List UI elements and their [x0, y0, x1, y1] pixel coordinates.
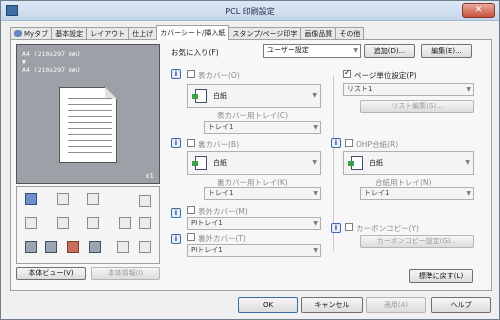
ok-button[interactable]: OK	[238, 297, 298, 313]
info-icon[interactable]: i	[171, 69, 181, 79]
carbon-copy-label: カーボンコピー(Y)	[356, 224, 419, 233]
booklet-icon[interactable]	[57, 217, 69, 229]
paper-preview: A4 (210x297 mm) ▼ A4 (210x297 mm) x1	[16, 44, 160, 184]
proof-print-icon[interactable]	[139, 241, 151, 253]
list-edit-button[interactable]: リスト編集(S)...	[360, 100, 474, 113]
tab-cover-insert[interactable]: カバーシート/挿入紙	[156, 25, 230, 40]
print-settings-window: PCL 印刷設定 ✕ Myタブ 基本設定 レイアウト 仕上げ カバーシート/挿入…	[0, 0, 500, 320]
chevron-down-icon: ▼	[313, 247, 318, 254]
front-inner-label: 表外カバー(M)	[198, 207, 248, 216]
chevron-down-icon: ▼	[313, 124, 318, 131]
no-copy-icon[interactable]	[57, 193, 69, 205]
page-thumbnail	[59, 87, 117, 163]
chevron-down-icon: ▼	[312, 159, 317, 166]
ohp-tray-select[interactable]: トレイ1 ▼	[360, 187, 474, 200]
watermark-icon[interactable]	[87, 217, 99, 229]
back-inner-checkbox[interactable]	[187, 233, 195, 241]
chevron-down-icon: ▼	[353, 47, 358, 54]
add-favorite-button[interactable]: 追加(D)...	[364, 44, 415, 58]
info-icon[interactable]: i	[171, 138, 181, 148]
front-cover-label: 表カバー(O)	[198, 71, 240, 80]
user-icon	[14, 30, 22, 37]
carbon-copy-checkbox[interactable]	[345, 223, 353, 231]
edit-favorite-button[interactable]: 編集(E)...	[421, 44, 472, 58]
info-icon[interactable]: i	[331, 138, 341, 148]
paper-icon	[192, 156, 207, 170]
apply-button[interactable]: 適用(A)	[366, 297, 426, 313]
page-setting-label: ページ単位設定(P)	[354, 71, 417, 80]
front-cover-tray-label: 表カバー用トレイ(C)	[217, 111, 289, 120]
front-cover-tray-select[interactable]: トレイ1 ▼	[204, 121, 321, 134]
paper-icon	[348, 156, 363, 170]
reset-defaults-button[interactable]: 標準に戻す(L)	[409, 269, 473, 283]
copies-count: x1	[145, 172, 154, 180]
preview-original-size: A4 (210x297 mm)	[22, 50, 81, 58]
back-cover-label: 裏カバー(B)	[198, 140, 239, 149]
secure-print-icon[interactable]	[89, 241, 101, 253]
cancel-button[interactable]: キャンセル	[301, 297, 363, 313]
ohp-label: OHP合紙(R)	[356, 140, 399, 149]
option-icon-panel	[16, 186, 160, 264]
close-button[interactable]: ✕	[462, 3, 495, 18]
carbon-copy-settings-button[interactable]: カーボンコピー設定(G)...	[360, 235, 474, 248]
title-bar: PCL 印刷設定 ✕	[1, 1, 499, 21]
back-cover-checkbox[interactable]	[187, 139, 195, 147]
stack-icon[interactable]	[25, 193, 37, 205]
chevron-down-icon: ▼	[466, 190, 471, 197]
front-cover-paper-select[interactable]: 白紙 ▼	[187, 84, 321, 108]
front-inner-checkbox[interactable]	[187, 206, 195, 214]
paper-icon	[192, 89, 207, 103]
favorites-select[interactable]: ユーザー設定 ▼	[263, 44, 361, 58]
copy-pages-icon[interactable]	[87, 193, 99, 205]
front-inner-select[interactable]: PIトレイ1 ▼	[187, 217, 321, 230]
preview-output-size: A4 (210x297 mm)	[22, 66, 81, 74]
device-info-button[interactable]: 本体情報(I)	[91, 267, 160, 280]
help-button[interactable]: ヘルプ	[431, 297, 491, 313]
back-cover-paper-select[interactable]: 白紙 ▼	[187, 151, 321, 175]
ohp-checkbox[interactable]	[345, 139, 353, 147]
preview-arrow: ▼	[22, 58, 26, 66]
device-view-button[interactable]: 本体ビュー(V)	[16, 267, 86, 280]
page-setting-select[interactable]: リスト1 ▼	[343, 83, 474, 96]
punch-icon[interactable]	[139, 217, 151, 229]
favorites-label: お気に入り(F)	[171, 48, 219, 57]
window-title: PCL 印刷設定	[225, 7, 275, 16]
info-icon[interactable]: i	[171, 208, 181, 218]
chevron-down-icon: ▼	[312, 92, 317, 99]
chevron-down-icon: ▼	[313, 190, 318, 197]
chevron-down-icon: ▼	[465, 159, 470, 166]
chevron-down-icon: ▼	[313, 220, 318, 227]
staple-icon[interactable]	[25, 217, 37, 229]
ohp-paper-select[interactable]: 白紙 ▼	[343, 151, 474, 175]
account-icon[interactable]	[67, 241, 79, 253]
info-icon[interactable]: i	[171, 234, 181, 244]
fold-icon[interactable]	[119, 217, 131, 229]
chevron-down-icon: ▼	[466, 86, 471, 93]
info-icon[interactable]: i	[331, 223, 341, 233]
layout-icon[interactable]	[139, 195, 151, 207]
front-cover-checkbox[interactable]	[187, 70, 195, 78]
device-icon[interactable]	[25, 241, 37, 253]
back-cover-tray-select[interactable]: トレイ1 ▼	[204, 187, 321, 200]
tab-bar: Myタブ 基本設定 レイアウト 仕上げ カバーシート/挿入紙 スタンプ/ページ印…	[10, 25, 365, 40]
box-save-icon[interactable]	[117, 241, 129, 253]
back-inner-label: 裏外カバー(T)	[198, 234, 246, 243]
user-auth-icon[interactable]	[45, 241, 57, 253]
page-setting-checkbox[interactable]	[343, 68, 351, 78]
back-inner-select[interactable]: PIトレイ1 ▼	[187, 244, 321, 257]
